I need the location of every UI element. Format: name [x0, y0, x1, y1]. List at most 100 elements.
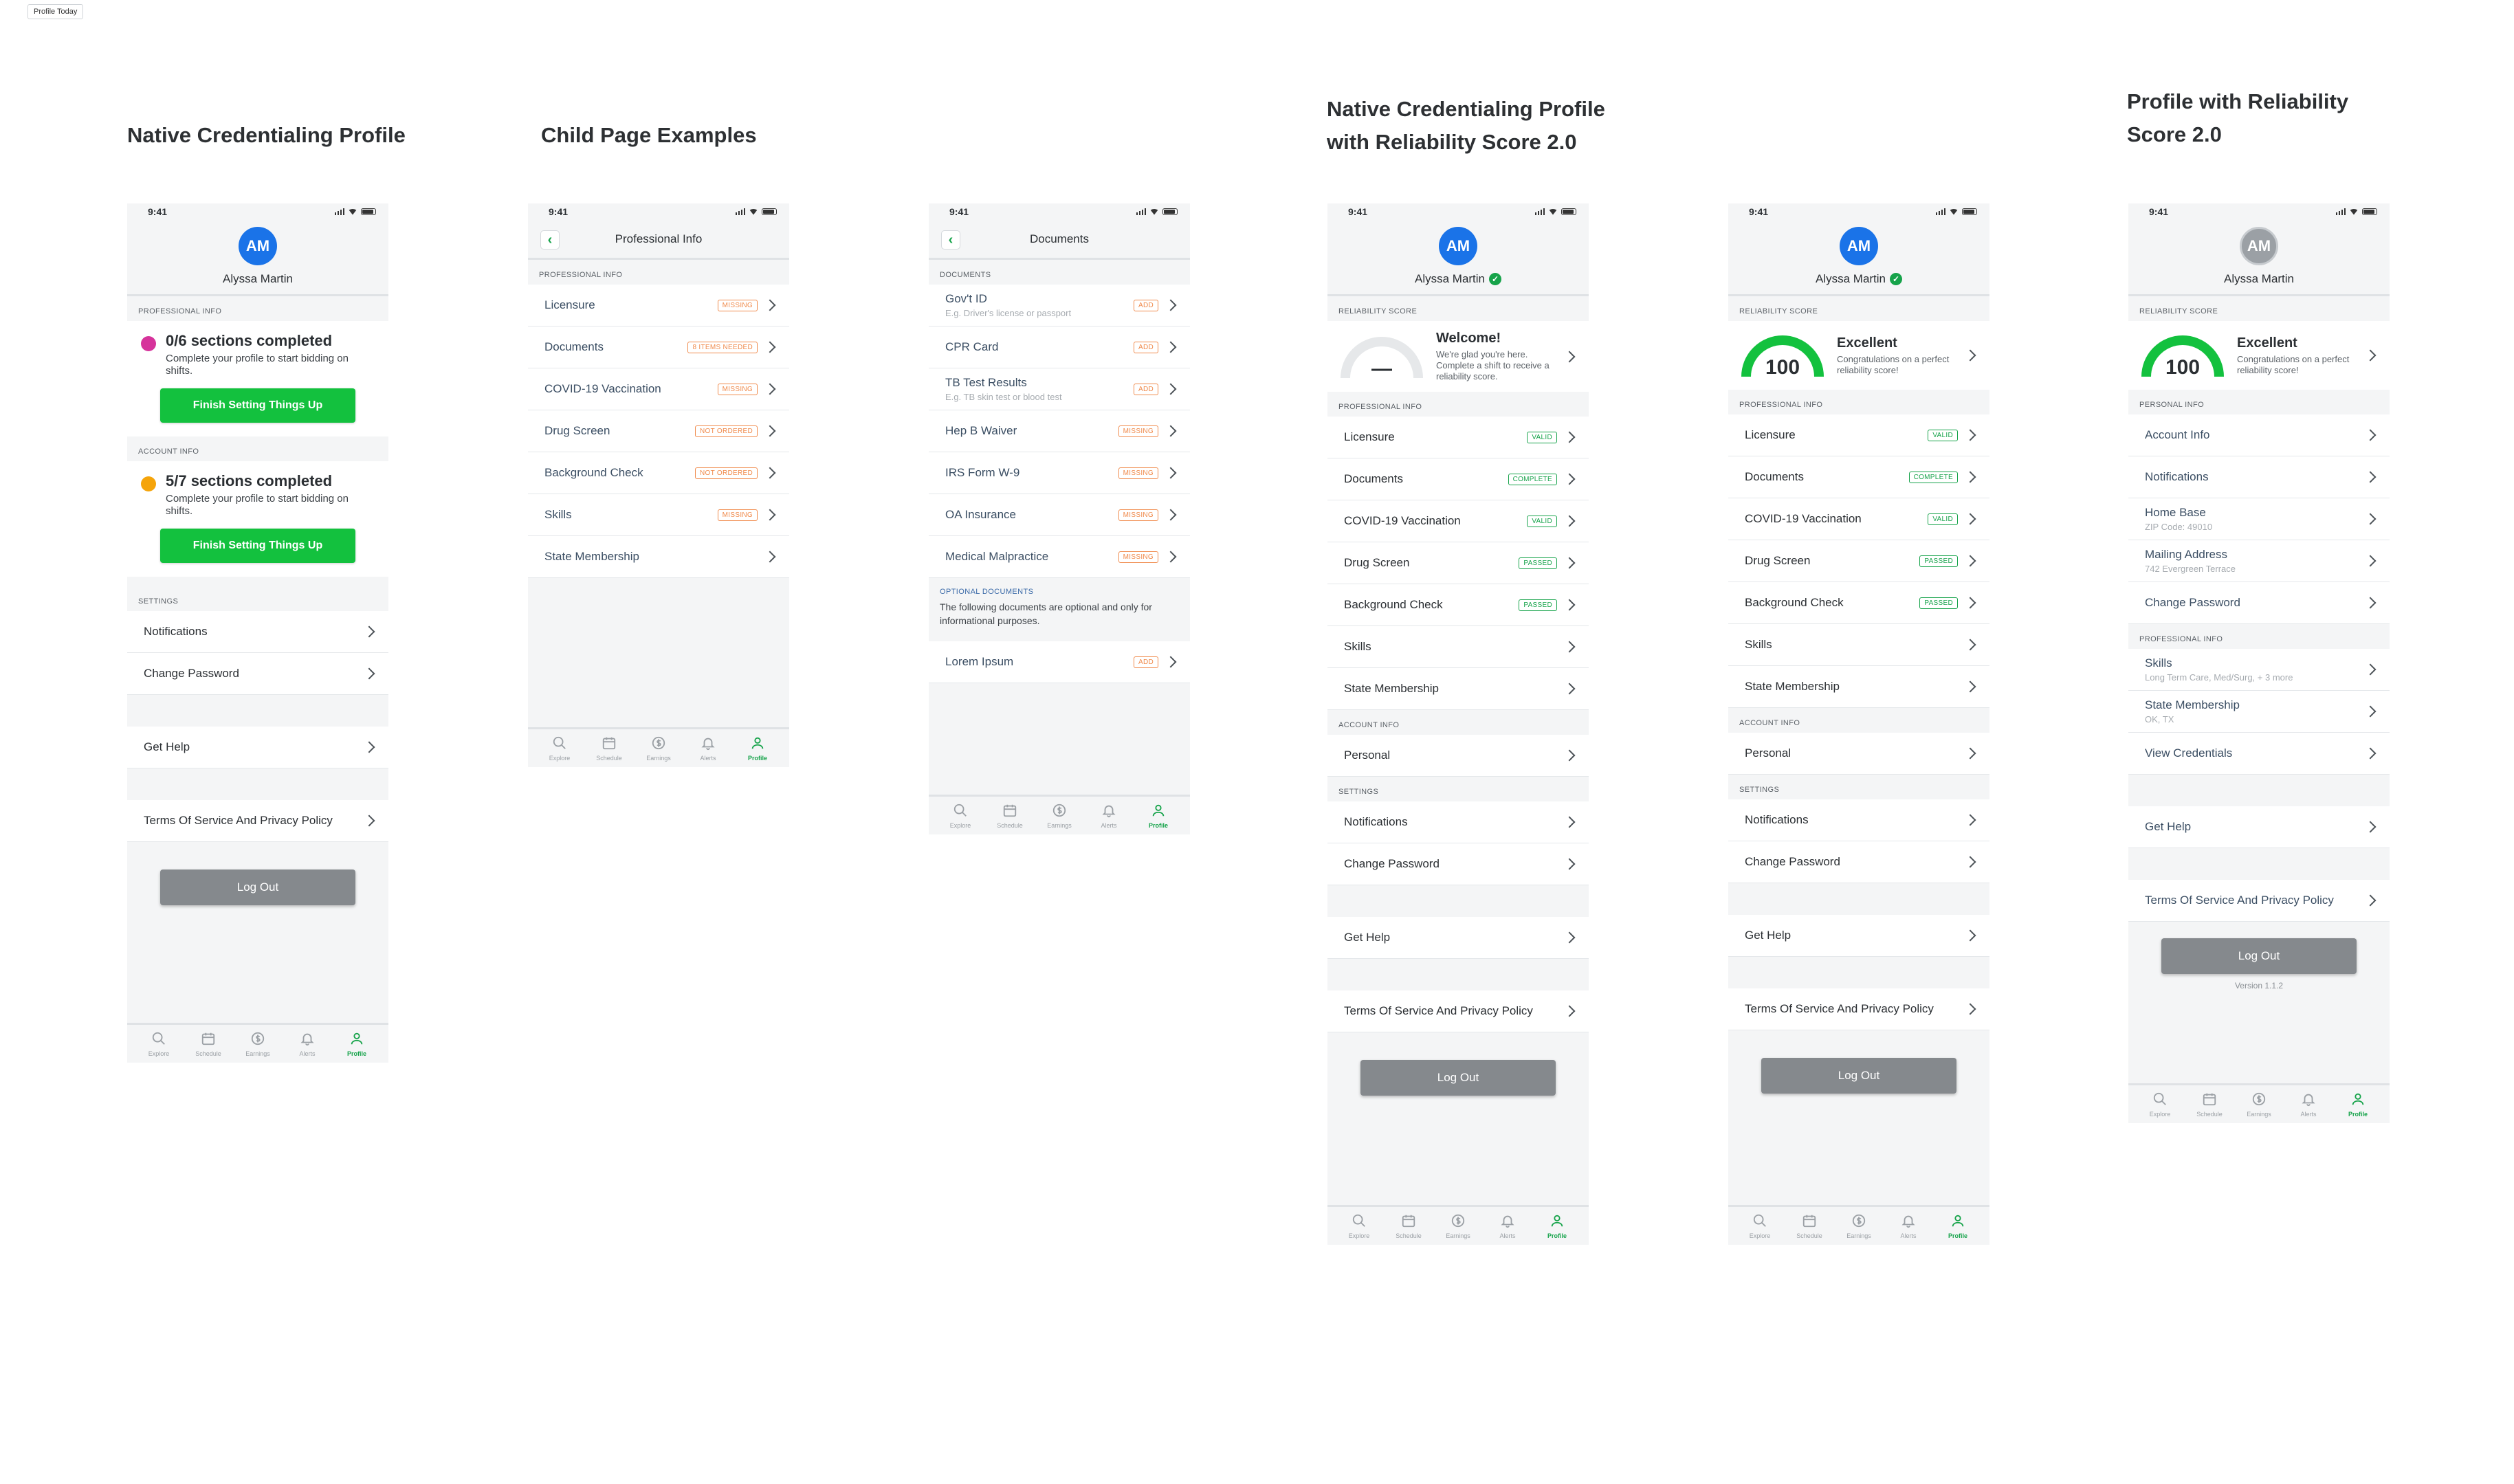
row-drug-screen[interactable]: Drug Screen NOT ORDERED	[528, 410, 789, 452]
row-background-check[interactable]: Background Check PASSED	[1327, 584, 1589, 626]
row-get-help[interactable]: Get Help	[2128, 806, 2390, 848]
row-covid-19-vaccination[interactable]: COVID-19 Vaccination MISSING	[528, 368, 789, 410]
row-get-help[interactable]: Get Help	[1327, 917, 1589, 959]
row-drug-screen[interactable]: Drug Screen PASSED	[1327, 542, 1589, 584]
back-arrow-icon[interactable]: ‹	[540, 230, 560, 250]
row-drug-screen[interactable]: Drug Screen PASSED	[1728, 540, 1989, 582]
row-notifications[interactable]: Notifications	[2128, 456, 2390, 498]
avatar[interactable]: AM	[1840, 227, 1878, 265]
row-lorem-ipsum[interactable]: Lorem Ipsum ADD	[929, 641, 1190, 683]
row-change-password[interactable]: Change Password	[1327, 843, 1589, 885]
tab-alerts[interactable]: Alerts	[287, 1031, 328, 1057]
chevron-right-icon	[2364, 821, 2377, 833]
tab-earnings[interactable]: Earnings	[1838, 1213, 1879, 1239]
row-terms[interactable]: Terms Of Service And Privacy Policy	[127, 800, 388, 842]
row-account-info[interactable]: Account Info	[2128, 414, 2390, 456]
row-change-password[interactable]: Change Password	[1728, 841, 1989, 883]
tab-explore[interactable]: Explore	[940, 803, 981, 829]
row-medical-malpractice[interactable]: Medical Malpractice MISSING	[929, 536, 1190, 578]
row-mailing-address[interactable]: Mailing Address 742 Evergreen Terrace	[2128, 540, 2390, 582]
tab-schedule[interactable]: Schedule	[1388, 1213, 1429, 1239]
tab-profile[interactable]: Profile	[2337, 1092, 2379, 1118]
row-get-help[interactable]: Get Help	[1728, 915, 1989, 957]
row-skills[interactable]: Skills	[1728, 624, 1989, 666]
row-licensure[interactable]: Licensure VALID	[1327, 417, 1589, 458]
tab-explore[interactable]: Explore	[539, 735, 580, 762]
row-documents[interactable]: Documents COMPLETE	[1327, 458, 1589, 500]
row-skills[interactable]: Skills MISSING	[528, 494, 789, 536]
tab-alerts[interactable]: Alerts	[2288, 1092, 2329, 1118]
row-state-membership[interactable]: State Membership	[1728, 666, 1989, 708]
reliability-score-card[interactable]: 100 Excellent Congratulations on a perfec…	[2128, 321, 2390, 390]
tab-explore[interactable]: Explore	[138, 1031, 179, 1057]
logout-button[interactable]: Log Out	[2161, 938, 2357, 974]
tab-profile[interactable]: Profile	[737, 735, 778, 762]
tab-schedule[interactable]: Schedule	[2189, 1092, 2230, 1118]
avatar[interactable]: AM	[1439, 227, 1477, 265]
tab-earnings[interactable]: Earnings	[237, 1031, 278, 1057]
back-arrow-icon[interactable]: ‹	[941, 230, 960, 250]
row-skills[interactable]: Skills Long Term Care, Med/Surg, + 3 more	[2128, 649, 2390, 691]
row-licensure[interactable]: Licensure VALID	[1728, 414, 1989, 456]
reliability-score-card[interactable]: 100 Excellent Congratulations on a perfec…	[1728, 321, 1989, 390]
tab-profile[interactable]: Profile	[1138, 803, 1179, 829]
tab-earnings[interactable]: Earnings	[638, 735, 679, 762]
tab-explore[interactable]: Explore	[1338, 1213, 1380, 1239]
reliability-score-card[interactable]: — Welcome! We're glad you're here. Comple…	[1327, 321, 1589, 392]
logout-button[interactable]: Log Out	[1360, 1060, 1556, 1096]
row-hep-b-waiver[interactable]: Hep B Waiver MISSING	[929, 410, 1190, 452]
row-background-check[interactable]: Background Check NOT ORDERED	[528, 452, 789, 494]
avatar[interactable]: AM	[239, 227, 277, 265]
row-tb-test-results[interactable]: TB Test Results E.g. TB skin test or bloo…	[929, 368, 1190, 410]
page-tag[interactable]: Profile Today	[27, 4, 84, 19]
row-terms[interactable]: Terms Of Service And Privacy Policy	[1327, 990, 1589, 1032]
tab-alerts[interactable]: Alerts	[687, 735, 729, 762]
tab-explore[interactable]: Explore	[1739, 1213, 1780, 1239]
tab-profile[interactable]: Profile	[1536, 1213, 1578, 1239]
tab-schedule[interactable]: Schedule	[188, 1031, 229, 1057]
finish-setup-button[interactable]: Finish Setting Things Up	[160, 388, 355, 423]
row-personal[interactable]: Personal	[1327, 735, 1589, 777]
row-state-membership[interactable]: State Membership	[528, 536, 789, 578]
row-notifications[interactable]: Notifications	[1327, 801, 1589, 843]
tab-alerts[interactable]: Alerts	[1088, 803, 1129, 829]
row-notifications[interactable]: Notifications	[127, 611, 388, 653]
row-personal[interactable]: Personal	[1728, 733, 1989, 775]
avatar[interactable]: AM	[2240, 227, 2278, 265]
logout-button[interactable]: Log Out	[160, 870, 355, 905]
row-home-base[interactable]: Home Base ZIP Code: 49010	[2128, 498, 2390, 540]
row-state-membership[interactable]: State Membership	[1327, 668, 1589, 710]
tab-schedule[interactable]: Schedule	[989, 803, 1030, 829]
row-documents[interactable]: Documents COMPLETE	[1728, 456, 1989, 498]
row-covid-19-vaccination[interactable]: COVID-19 Vaccination VALID	[1327, 500, 1589, 542]
row-notifications[interactable]: Notifications	[1728, 799, 1989, 841]
row-change-password[interactable]: Change Password	[2128, 582, 2390, 624]
row-change-password[interactable]: Change Password	[127, 653, 388, 695]
tab-explore[interactable]: Explore	[2139, 1092, 2181, 1118]
tab-schedule[interactable]: Schedule	[588, 735, 630, 762]
tab-profile[interactable]: Profile	[336, 1031, 377, 1057]
finish-setup-button[interactable]: Finish Setting Things Up	[160, 529, 355, 563]
tab-alerts[interactable]: Alerts	[1888, 1213, 1929, 1239]
row-state-membership[interactable]: State Membership OK, TX	[2128, 691, 2390, 733]
row-irs-form-w-9[interactable]: IRS Form W-9 MISSING	[929, 452, 1190, 494]
row-skills[interactable]: Skills	[1327, 626, 1589, 668]
logout-button[interactable]: Log Out	[1761, 1058, 1956, 1094]
row-covid-19-vaccination[interactable]: COVID-19 Vaccination VALID	[1728, 498, 1989, 540]
row-gov-t-id[interactable]: Gov't ID E.g. Driver's license or passpor…	[929, 285, 1190, 326]
row-documents[interactable]: Documents 8 ITEMS NEEDED	[528, 326, 789, 368]
tab-alerts[interactable]: Alerts	[1487, 1213, 1528, 1239]
tab-schedule[interactable]: Schedule	[1789, 1213, 1830, 1239]
row-cpr-card[interactable]: CPR Card ADD	[929, 326, 1190, 368]
row-terms[interactable]: Terms Of Service And Privacy Policy	[1728, 988, 1989, 1030]
tab-profile[interactable]: Profile	[1937, 1213, 1978, 1239]
row-oa-insurance[interactable]: OA Insurance MISSING	[929, 494, 1190, 536]
row-background-check[interactable]: Background Check PASSED	[1728, 582, 1989, 624]
row-terms[interactable]: Terms Of Service And Privacy Policy	[2128, 880, 2390, 922]
row-get-help[interactable]: Get Help	[127, 727, 388, 768]
row-licensure[interactable]: Licensure MISSING	[528, 285, 789, 326]
tab-earnings[interactable]: Earnings	[1039, 803, 1080, 829]
tab-earnings[interactable]: Earnings	[1437, 1213, 1479, 1239]
row-view-credentials[interactable]: View Credentials	[2128, 733, 2390, 775]
tab-earnings[interactable]: Earnings	[2238, 1092, 2280, 1118]
